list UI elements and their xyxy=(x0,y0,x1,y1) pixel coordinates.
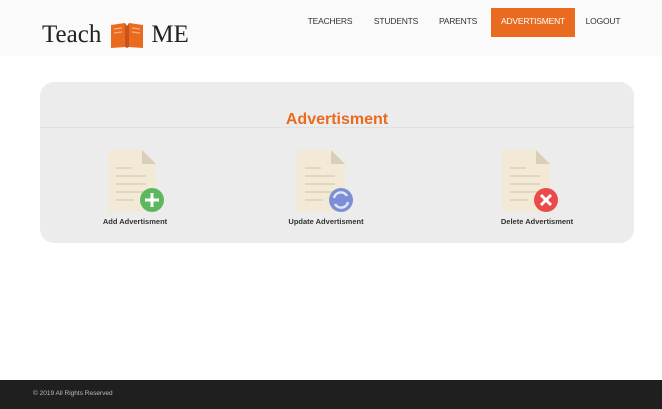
nav-students[interactable]: STUDENTS xyxy=(367,8,425,37)
add-advertisment-label: Add Advertisment xyxy=(102,217,168,226)
site-header: Teach ME TEACHERS STUDENTS PARENTS ADVER… xyxy=(0,0,662,56)
nav-parents[interactable]: PARENTS xyxy=(432,8,484,37)
site-footer: © 2019 All Rights Reserved xyxy=(0,380,662,409)
add-document-icon xyxy=(108,150,164,212)
copyright-text: © 2019 All Rights Reserved xyxy=(33,390,113,397)
nav-advertisment[interactable]: ADVERTISMENT xyxy=(491,8,575,37)
delete-advertisment-label: Delete Advertisment xyxy=(500,217,574,226)
advertisment-panel: Advertisment Add Advertisment Update Adv… xyxy=(40,82,634,243)
nav-teachers[interactable]: TEACHERS xyxy=(300,8,360,37)
nav-logout[interactable]: LOGOUT xyxy=(580,8,626,37)
main-nav: TEACHERS STUDENTS PARENTS ADVERTISMENT L… xyxy=(0,8,662,37)
divider xyxy=(40,127,634,128)
update-advertisment-label: Update Advertisment xyxy=(288,217,364,226)
delete-document-icon xyxy=(502,150,558,212)
update-document-icon xyxy=(297,150,353,212)
